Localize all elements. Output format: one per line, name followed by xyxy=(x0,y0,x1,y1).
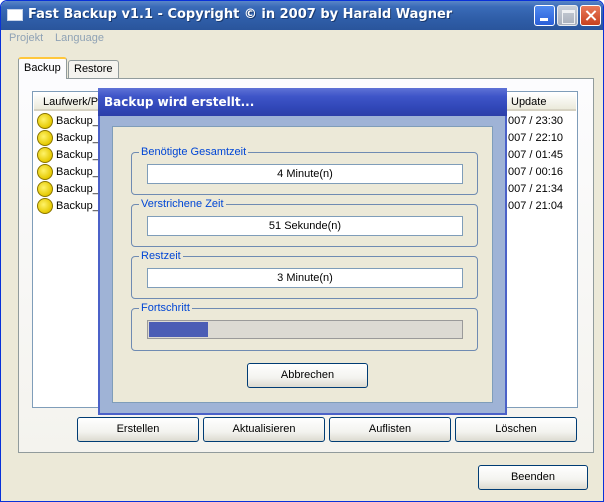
aktualisieren-button[interactable]: Aktualisieren xyxy=(203,417,325,442)
minimize-button[interactable] xyxy=(534,5,555,26)
dialog-body: Benötigte Gesamtzeit 4 Minute(n) Verstri… xyxy=(112,126,493,403)
backup-icon xyxy=(37,181,53,197)
app-icon xyxy=(7,9,23,21)
erstellen-button[interactable]: Erstellen xyxy=(77,417,199,442)
close-button[interactable] xyxy=(580,5,601,26)
backup-icon xyxy=(37,198,53,214)
dialog-title-bar[interactable]: Backup wird erstellt... xyxy=(98,88,507,116)
loeschen-button[interactable]: Löschen xyxy=(455,417,577,442)
dialog-title: Backup wird erstellt... xyxy=(104,95,255,109)
progress-bar xyxy=(147,320,463,339)
tab-restore[interactable]: Restore xyxy=(68,60,119,79)
main-window: Fast Backup v1.1 - Copyright © in 2007 b… xyxy=(0,0,604,502)
list-item-name: Backup_ xyxy=(56,183,99,195)
list-item-date: 007 / 23:30 xyxy=(508,115,564,127)
tab-backup[interactable]: Backup xyxy=(18,57,67,79)
remaining-time-value: 3 Minute(n) xyxy=(147,268,463,288)
menu-projekt[interactable]: Projekt xyxy=(9,32,43,44)
total-time-value: 4 Minute(n) xyxy=(147,164,463,184)
total-time-label: Benötigte Gesamtzeit xyxy=(139,146,249,158)
list-item-name: Backup_ xyxy=(56,115,99,127)
elapsed-time-label: Verstrichene Zeit xyxy=(139,198,226,210)
menu-bar: Projekt Language xyxy=(1,30,603,49)
list-item-name: Backup_ xyxy=(56,200,99,212)
progress-label: Fortschritt xyxy=(139,302,192,314)
elapsed-time-value: 51 Sekunde(n) xyxy=(147,216,463,236)
backup-icon xyxy=(37,147,53,163)
remaining-time-label: Restzeit xyxy=(139,250,183,262)
backup-icon xyxy=(37,164,53,180)
elapsed-time-group: Verstrichene Zeit 51 Sekunde(n) xyxy=(131,198,478,247)
column-header-laufwerk[interactable]: Laufwerk/P xyxy=(43,96,98,108)
remaining-time-group: Restzeit 3 Minute(n) xyxy=(131,250,478,299)
backup-icon xyxy=(37,113,53,129)
list-item-name: Backup_ xyxy=(56,132,99,144)
list-item-date: 007 / 21:04 xyxy=(508,200,564,212)
list-item-date: 007 / 01:45 xyxy=(508,149,564,161)
menu-language[interactable]: Language xyxy=(55,32,104,44)
auflisten-button[interactable]: Auflisten xyxy=(329,417,451,442)
list-item-date: 007 / 22:10 xyxy=(508,132,564,144)
beenden-button[interactable]: Beenden xyxy=(478,465,588,490)
progress-group: Fortschritt xyxy=(131,302,478,351)
list-item-date: 007 / 21:34 xyxy=(508,183,564,195)
backup-icon xyxy=(37,130,53,146)
list-item-date: 007 / 00:16 xyxy=(508,166,564,178)
progress-dialog: Backup wird erstellt... Benötigte Gesamt… xyxy=(98,88,507,415)
abbrechen-button[interactable]: Abbrechen xyxy=(247,363,368,388)
total-time-group: Benötigte Gesamtzeit 4 Minute(n) xyxy=(131,146,478,195)
column-header-update[interactable]: Update xyxy=(511,96,546,108)
title-bar[interactable]: Fast Backup v1.1 - Copyright © in 2007 b… xyxy=(1,1,603,30)
window-title: Fast Backup v1.1 - Copyright © in 2007 b… xyxy=(28,7,453,22)
list-item-name: Backup_ xyxy=(56,149,99,161)
progress-bar-fill xyxy=(149,322,208,337)
maximize-button[interactable] xyxy=(557,5,578,26)
list-item-name: Backup_ xyxy=(56,166,99,178)
